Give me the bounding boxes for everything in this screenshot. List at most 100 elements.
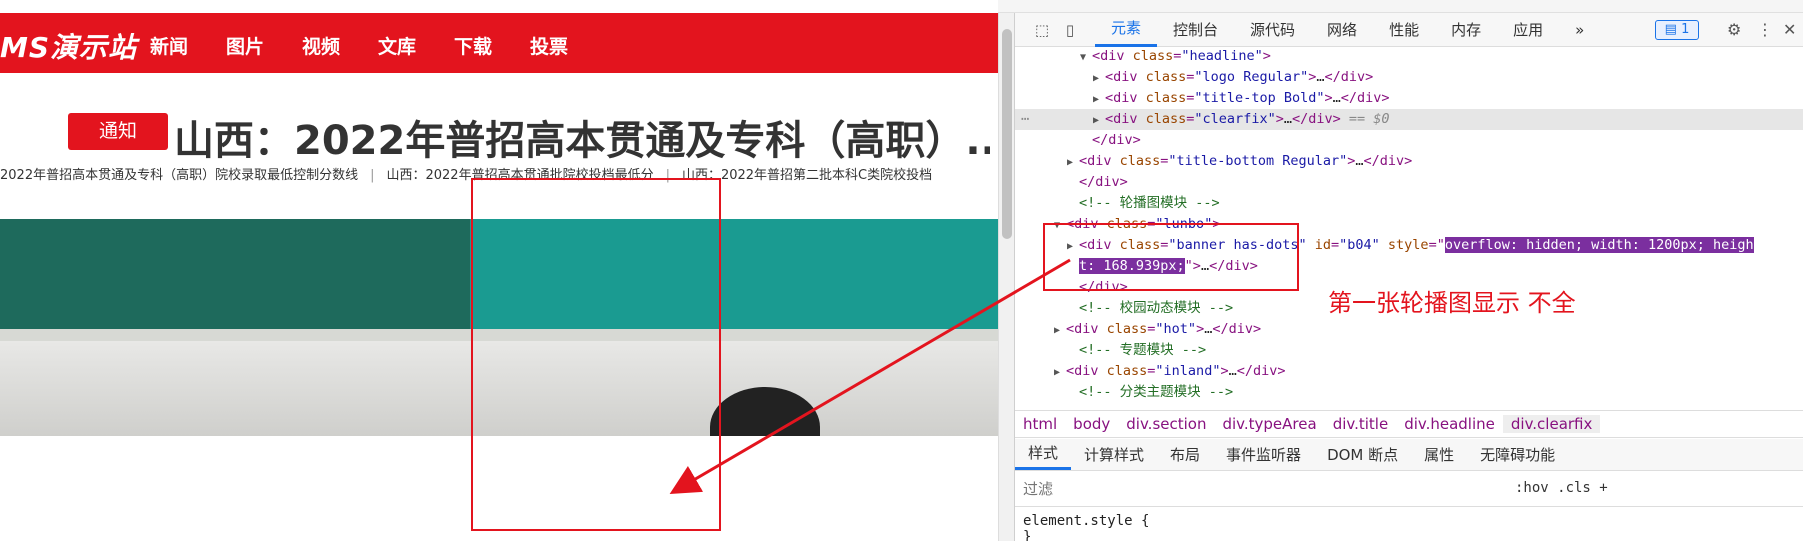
inspect-element-icon[interactable]: ⬚	[1033, 21, 1051, 39]
annotation-box-banner	[471, 178, 721, 531]
breadcrumb-item[interactable]: div.section	[1118, 415, 1214, 433]
dom-tree-line[interactable]: <!-- 专题模块 -->	[1015, 340, 1803, 361]
element-style-selector: element.style {	[1023, 513, 1150, 529]
dom-token: <div	[1105, 111, 1146, 127]
breadcrumb-item[interactable]: body	[1065, 415, 1118, 433]
dom-token: </div>	[1212, 321, 1262, 337]
tab-application[interactable]: 应用	[1497, 13, 1559, 47]
dom-token: </div>	[1092, 132, 1141, 148]
dom-tree-line[interactable]: ▶ <div class="logo Regular">…</div>	[1015, 67, 1803, 88]
devtools-tabs: 元素 控制台 源代码 网络 性能 内存 应用 »	[1095, 13, 1600, 47]
dom-token: class	[1145, 69, 1187, 85]
dom-token	[1380, 237, 1388, 253]
dom-token: "title-top Bold"	[1194, 90, 1325, 106]
site-logo[interactable]: MS演示站	[0, 26, 137, 66]
nav-item-library[interactable]: 文库	[378, 32, 454, 59]
styles-subtab[interactable]: 无障碍功能	[1467, 439, 1568, 470]
breadcrumb-item[interactable]: div.headline	[1396, 415, 1503, 433]
dom-breadcrumb: html body div.section div.typeArea div.title…	[1015, 410, 1803, 438]
dom-token: …	[1332, 90, 1341, 106]
breadcrumb-item[interactable]: div.title	[1325, 415, 1397, 433]
dom-token: class	[1106, 363, 1148, 379]
expand-triangle-icon[interactable]: ▶	[1093, 68, 1105, 89]
expand-triangle-icon[interactable]: ▶	[1067, 152, 1079, 173]
breadcrumb-item[interactable]: div.typeArea	[1214, 415, 1324, 433]
dom-token: class	[1119, 153, 1161, 169]
collapse-triangle-icon[interactable]: ▼	[1080, 48, 1092, 68]
breadcrumb-item[interactable]: div.clearfix	[1502, 415, 1601, 433]
dom-token: </div>	[1236, 363, 1286, 379]
dom-tree-line[interactable]: ⋯ ▶ <div class="clearfix">…</div> == $0	[1015, 109, 1803, 130]
expand-triangle-icon[interactable]: ▶	[1093, 89, 1105, 110]
styles-subtab[interactable]: 布局	[1157, 439, 1213, 470]
dom-token: >	[1324, 90, 1333, 106]
dom-tree-line[interactable]: ▶ <div class="title-top Bold">…</div>	[1015, 88, 1803, 109]
close-devtools-icon[interactable]: ✕	[1783, 20, 1796, 39]
dom-token: "clearfix"	[1194, 111, 1276, 127]
nav-item-download[interactable]: 下载	[454, 32, 530, 59]
dom-token: </div>	[1363, 153, 1413, 169]
nav-item-images[interactable]: 图片	[226, 32, 302, 59]
dom-token: id	[1314, 237, 1331, 253]
dom-tree-line[interactable]: ▼ <div class="headline">	[1015, 48, 1803, 67]
dom-token: "inland"	[1155, 363, 1221, 379]
element-style-rule[interactable]: element.style { }	[1023, 513, 1149, 541]
headline-title[interactable]: 山西：2022年普招高本贯通及专科（高职）...	[174, 108, 990, 166]
dom-token: >	[1220, 363, 1229, 379]
dom-token	[1307, 237, 1315, 253]
styles-subtab[interactable]: 样式	[1015, 439, 1072, 470]
device-toolbar-icon[interactable]: ▯	[1061, 21, 1079, 39]
dom-token: <div	[1105, 90, 1146, 106]
dom-token: <div	[1092, 48, 1133, 64]
tab-sources[interactable]: 源代码	[1234, 13, 1311, 47]
dom-tree-line[interactable]: <!-- 轮播图模块 -->	[1015, 193, 1803, 214]
nav-item-news[interactable]: 新闻	[150, 32, 226, 59]
more-options-icon[interactable]: ⋮	[1757, 20, 1773, 39]
ellipsis-icon[interactable]: ⋯	[1021, 109, 1029, 130]
tab-console[interactable]: 控制台	[1157, 13, 1234, 47]
dom-token: "logo Regular"	[1194, 69, 1309, 85]
dom-token: overflow: hidden; width: 1200px; heigh	[1444, 237, 1754, 253]
dom-tree-line[interactable]: ▶ <div class="inland">…</div>	[1015, 361, 1803, 382]
expand-triangle-icon[interactable]: ▶	[1054, 362, 1066, 383]
breadcrumb-item[interactable]: html	[1015, 415, 1065, 433]
tab-performance[interactable]: 性能	[1373, 13, 1435, 47]
dom-token: =	[1331, 237, 1340, 253]
dom-token: </div>	[1291, 111, 1341, 127]
tab-elements[interactable]: 元素	[1095, 13, 1158, 47]
dom-token: class	[1145, 90, 1187, 106]
styles-subtab[interactable]: 属性	[1411, 439, 1467, 470]
settings-gear-icon[interactable]: ⚙	[1727, 20, 1741, 39]
tab-network[interactable]: 网络	[1311, 13, 1373, 47]
styles-subtabs: 样式 计算样式 布局 事件监听器 DOM 断点 属性 无障碍功能	[1015, 439, 1803, 471]
styles-filter-input[interactable]	[1023, 478, 1473, 500]
expand-triangle-icon[interactable]: ▶	[1093, 110, 1105, 131]
dom-tree-line[interactable]: </div>	[1015, 130, 1803, 151]
annotation-box-dom	[1043, 223, 1299, 291]
styles-subtab[interactable]: DOM 断点	[1314, 439, 1411, 470]
filter-toolbar-buttons[interactable]: :hov .cls +	[1515, 480, 1608, 496]
styles-subtab[interactable]: 计算样式	[1071, 439, 1157, 470]
dom-token: "title-bottom Regular"	[1168, 153, 1348, 169]
dom-token: …	[1228, 363, 1237, 379]
expand-triangle-icon[interactable]: ▶	[1054, 320, 1066, 341]
nav-item-video[interactable]: 视频	[302, 32, 378, 59]
page-scrollbar[interactable]	[998, 13, 1014, 541]
dom-token: <div	[1066, 321, 1107, 337]
styles-subtab[interactable]: 事件监听器	[1213, 439, 1314, 470]
more-tabs-button[interactable]: »	[1559, 13, 1600, 47]
dom-tree-line[interactable]: <!-- 分类主题模块 -->	[1015, 382, 1803, 403]
dom-token: </div>	[1079, 174, 1128, 190]
dom-tree-line[interactable]: ▶ <div class="title-bottom Regular">…</di…	[1015, 151, 1803, 172]
styles-filter-row: :hov .cls +	[1015, 471, 1803, 507]
dom-tree-line[interactable]: ▶ <div class="hot">…</div>	[1015, 319, 1803, 340]
dom-tree-line[interactable]: </div>	[1015, 172, 1803, 193]
dom-token: …	[1283, 111, 1292, 127]
sublink-1[interactable]: 2022年普招高本贯通及专科（高职）院校录取最低控制分数线	[0, 168, 358, 183]
tab-memory[interactable]: 内存	[1435, 13, 1497, 47]
dom-token: <div	[1079, 153, 1120, 169]
nav-item-vote[interactable]: 投票	[530, 32, 606, 59]
dom-token: class	[1145, 111, 1187, 127]
messages-badge[interactable]: ▤ 1	[1655, 20, 1699, 40]
scrollbar-thumb[interactable]	[1002, 29, 1012, 239]
